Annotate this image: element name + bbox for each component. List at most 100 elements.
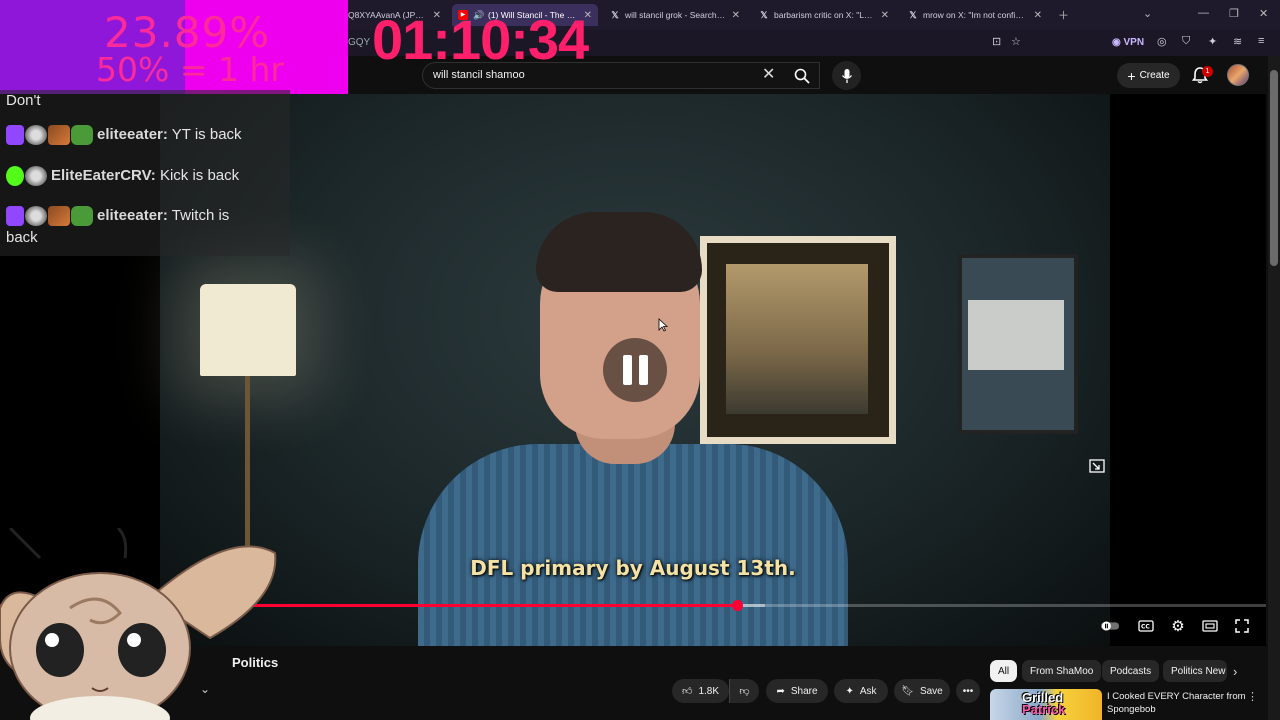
chevron-down-icon[interactable]: ⌄ [1143,7,1152,20]
chip-from-channel[interactable]: From ShaMoo [1022,660,1102,682]
chat-username: EliteEaterCRV: [51,167,156,184]
vpn-icon: ◉ [1112,37,1124,48]
user-avatar-badge [25,125,47,146]
vpn-button[interactable]: ◉ VPN [1112,37,1144,48]
browser-tab-x-post-2[interactable]: 𝕏 mrow on X: "Im not confident i ✕ [902,4,1048,26]
save-label: Save [919,685,943,697]
like-count: 1.8K [698,685,720,697]
ask-button[interactable]: ✦ Ask [834,679,888,703]
ask-label: Ask [859,685,877,697]
create-label: Create [1139,70,1170,81]
chevron-right-icon[interactable]: › [1233,664,1237,679]
kick-icon [6,166,24,187]
dislike-button[interactable]: 👎︎ [729,679,759,703]
chat-badges [6,206,93,227]
chat-message: EliteEaterCRV: Kick is back [6,165,239,187]
bookmark-star-icon[interactable]: ☆ [1011,35,1021,48]
progress-scrubber[interactable] [731,600,743,611]
save-button[interactable]: 🔖︎ Save [894,679,950,703]
twitch-icon [6,206,24,227]
chat-username: eliteeater: [97,207,168,224]
microphone-icon [841,68,852,83]
tab-title: will stancil grok - Search / X [625,10,726,20]
minimize-icon[interactable]: — [1198,7,1209,19]
theater-icon [1202,620,1218,632]
chat-fragment: Don't [6,92,41,109]
chat-text: YT is back [171,126,242,143]
close-tab-icon[interactable]: ✕ [881,10,889,21]
frog-badge-icon [71,206,93,227]
more-actions-button[interactable]: ••• [956,679,980,703]
captions-button[interactable]: CC [1136,616,1156,636]
thumbnail-caption-line-2: Patrick [1022,702,1066,717]
browser-tab-x-post[interactable]: 𝕏 barbarism critic on X: "Lmao lo ✕ [753,4,895,26]
chat-text-wrap: back [6,229,38,246]
install-app-icon[interactable]: ⊡ [992,35,1001,48]
extensions-icon[interactable]: ✦ [1208,35,1217,48]
boot-badge-icon [48,206,70,227]
bookmark-icon: 🔖︎ [901,685,914,697]
chat-message: eliteeater: YT is back [6,124,242,146]
profile-icon[interactable]: ◎ [1157,35,1167,48]
notification-count-badge: 1 [1202,66,1213,77]
screen: Q8XYAAvanA (JPEG Imag ✕ ▶ 🔊 (1) Will Sta… [0,0,1280,720]
frog-badge-icon [71,125,93,146]
goal-rate: 50% = 1 hr [96,50,284,89]
x-icon: 𝕏 [909,10,917,20]
clear-search-icon[interactable]: ✕ [762,64,775,84]
new-tab-icon[interactable]: ＋ [1058,7,1069,23]
close-window-icon[interactable]: ✕ [1259,7,1268,20]
chip-all[interactable]: All [990,660,1018,682]
browser-tab-x-search[interactable]: 𝕏 will stancil grok - Search / X ✕ [604,4,746,26]
speaker-hair [536,212,702,292]
thumbnail-caption: Grilled Patrick [1022,691,1066,717]
flow-icon[interactable]: ≋ [1233,35,1242,48]
account-avatar[interactable] [1227,64,1249,86]
autoplay-toggle-icon [1100,621,1120,631]
user-avatar-badge [25,206,47,227]
chat-username: eliteeater: [97,126,168,143]
close-tab-icon[interactable]: ✕ [1034,10,1042,21]
chat-text: Kick is back [159,167,240,184]
share-button[interactable]: ➦ Share [766,679,828,703]
gear-icon: ⚙ [1171,618,1185,635]
stream-timer: 01:10:34 [372,8,589,71]
chat-badges [6,166,47,187]
settings-button[interactable]: ⚙ [1168,616,1188,636]
scrollbar-thumb[interactable] [1270,70,1278,266]
like-button[interactable]: 👍︎ 1.8K [672,679,729,703]
chip-podcasts[interactable]: Podcasts [1102,660,1160,682]
recommendation-title[interactable]: I Cooked EVERY Character from Spongebob [1107,690,1247,716]
share-arrow-icon: ➦ [776,685,785,697]
chip-politics-news[interactable]: Politics New [1163,660,1227,682]
speaker-shirt [418,444,848,646]
search-button[interactable] [786,62,818,89]
fullscreen-icon [1235,619,1249,633]
fullscreen-button[interactable] [1232,616,1252,636]
menu-icon[interactable]: ≡ [1258,35,1264,47]
wall-frame-art [968,300,1064,370]
thumbs-down-icon: 👎︎ [739,686,750,697]
restore-icon[interactable]: ❐ [1229,7,1239,20]
pause-overlay-button[interactable] [603,338,667,402]
x-icon: 𝕏 [760,10,768,20]
more-vertical-icon[interactable]: ⋮ [1247,690,1258,703]
sparkle-icon: ✦ [845,685,854,697]
create-button[interactable]: + Create [1117,63,1180,88]
tab-title: mrow on X: "Im not confident i [923,10,1028,20]
x-icon: 𝕏 [611,10,619,20]
autoplay-toggle[interactable] [1100,616,1120,636]
address-bar-fragment[interactable]: GQY [348,37,370,48]
voice-search-button[interactable] [832,61,861,90]
shield-icon[interactable]: ⛉ [1182,35,1190,48]
boot-badge-icon [48,125,70,146]
miniplayer-icon[interactable] [1089,459,1105,473]
chat-text: Twitch is [171,207,230,224]
mouse-cursor [658,318,668,332]
search-icon [794,68,810,84]
moth-mascot-overlay [0,528,277,720]
chat-badges [6,125,93,146]
theater-mode-button[interactable] [1200,616,1220,636]
twitch-icon [6,125,24,146]
close-tab-icon[interactable]: ✕ [732,10,740,21]
